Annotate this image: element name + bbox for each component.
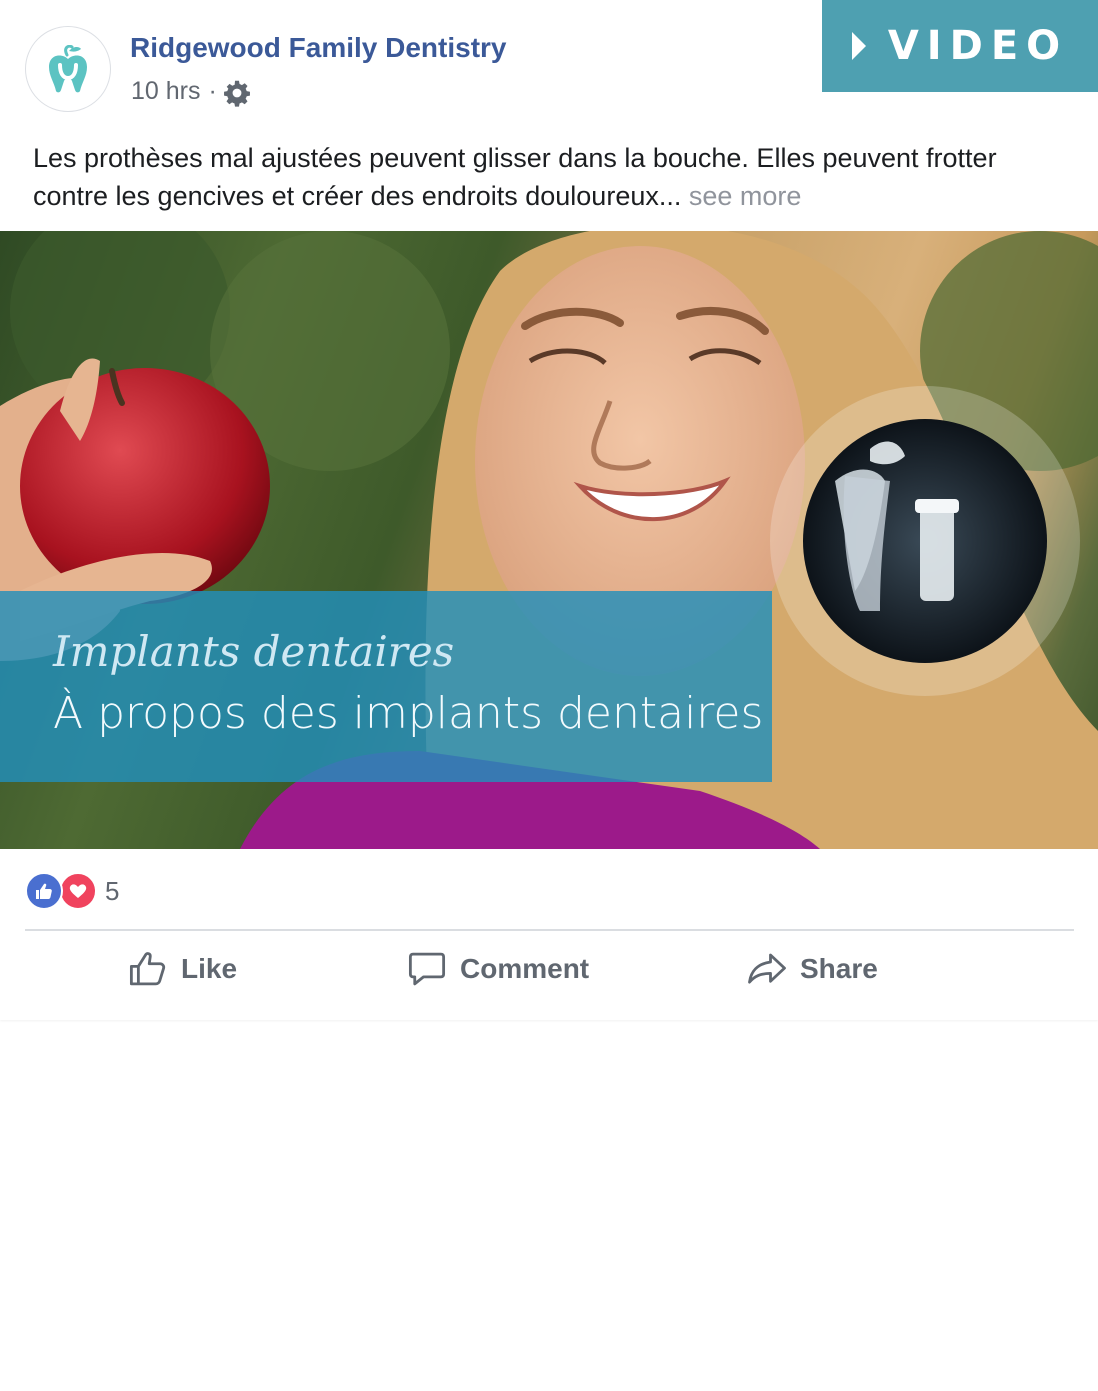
reaction-summary[interactable]: 5 xyxy=(25,872,119,910)
like-label: Like xyxy=(181,953,238,984)
page-name-link[interactable]: Ridgewood Family Dentistry xyxy=(130,32,507,64)
post-card: Ridgewood Family Dentistry 10 hrs · VIDE… xyxy=(0,0,1098,1020)
video-title: Implants dentaires xyxy=(53,627,455,676)
meta-separator: · xyxy=(208,76,217,105)
reaction-count: 5 xyxy=(105,875,120,906)
video-badge-label: VIDEO xyxy=(887,23,1069,69)
play-icon xyxy=(851,32,866,60)
comment-bubble-icon xyxy=(408,952,446,986)
gear-icon[interactable] xyxy=(223,79,251,107)
share-button[interactable]: Share xyxy=(746,948,878,990)
action-divider xyxy=(25,929,1074,931)
post-body: Les prothèses mal ajustées peuvent gliss… xyxy=(33,143,997,211)
action-bar: Like Comment Share xyxy=(0,948,1098,1008)
post-text: Les prothèses mal ajustées peuvent gliss… xyxy=(33,139,1043,215)
like-button[interactable]: Like xyxy=(127,948,237,990)
video-subtitle: À propos des implants dentaires xyxy=(53,688,764,739)
share-arrow-icon xyxy=(748,953,786,984)
tooth-apple-logo-icon xyxy=(49,45,87,93)
love-reaction-icon xyxy=(59,872,97,910)
page-avatar[interactable] xyxy=(25,26,111,112)
post-meta: 10 hrs · xyxy=(131,75,251,107)
like-reaction-icon xyxy=(25,872,63,910)
thumbs-up-icon xyxy=(129,952,166,986)
comment-button[interactable]: Comment xyxy=(406,948,589,990)
video-badge[interactable]: VIDEO xyxy=(822,0,1098,92)
comment-label: Comment xyxy=(460,953,590,984)
title-overlay-bar xyxy=(0,591,772,782)
see-more-link[interactable]: see more xyxy=(689,181,802,211)
video-thumbnail[interactable]: Implants dentaires À propos des implants… xyxy=(0,231,1098,849)
post-timestamp[interactable]: 10 hrs xyxy=(131,77,200,106)
share-label: Share xyxy=(800,953,878,984)
